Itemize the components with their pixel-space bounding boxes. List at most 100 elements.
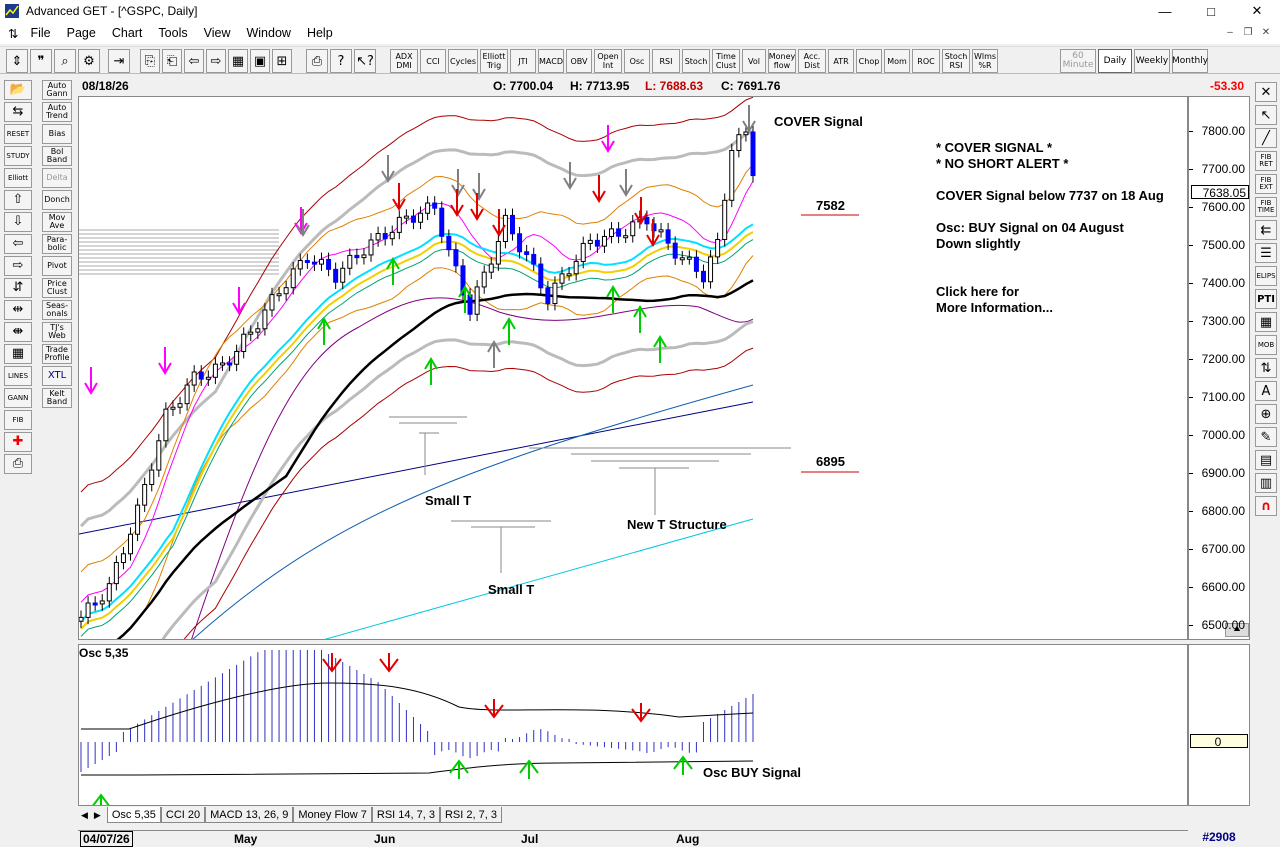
help-icon[interactable]: ? [330, 49, 352, 73]
study-button-mom[interactable]: Mom [884, 49, 910, 73]
zoom-icon[interactable]: ⌕ [54, 49, 76, 73]
tab-scroll-right-icon[interactable]: ▶ [91, 810, 107, 821]
zoom-tool-icon[interactable]: ⊕ [1255, 404, 1277, 424]
list-tool-icon[interactable]: ▤ [1255, 450, 1277, 470]
left-button-bol-band[interactable]: Bol Band [42, 146, 72, 166]
period-button-daily[interactable]: Daily [1098, 49, 1132, 73]
close-button[interactable]: ✕ [1234, 0, 1280, 22]
swap-icon[interactable]: ⇆ [4, 102, 32, 122]
left-button-tj-s-web[interactable]: TJ's Web [42, 322, 72, 342]
menu-tools[interactable]: Tools [150, 26, 195, 40]
period-button-monthly[interactable]: Monthly [1172, 49, 1208, 73]
channel-tool-icon[interactable]: ☰ [1255, 243, 1277, 263]
lines-icon[interactable]: LINES [4, 366, 32, 386]
left-button-bias[interactable]: Bias [42, 124, 72, 144]
up-icon[interactable]: ⇧ [4, 190, 32, 210]
minimize-button[interactable]: — [1142, 0, 1188, 22]
study-button-open-int[interactable]: Open Int [594, 49, 622, 73]
arrow-tool-icon[interactable]: ↖ [1255, 105, 1277, 125]
menu-chart[interactable]: Chart [104, 26, 151, 40]
elliott-icon[interactable]: Elliott [4, 168, 32, 188]
left-button-mov-ave[interactable]: Mov Ave [42, 212, 72, 232]
left-button-auto-gann[interactable]: Auto Gann [42, 80, 72, 100]
study-button-cycles[interactable]: Cycles [448, 49, 478, 73]
left-button-pivot[interactable]: Pivot [42, 256, 72, 276]
updown-icon[interactable]: ⇵ [4, 278, 32, 298]
text-tool-icon[interactable]: A [1255, 381, 1277, 401]
window-icon[interactable]: ▣ [250, 49, 270, 73]
study-button-elliott-trig[interactable]: Elliott Trig [480, 49, 508, 73]
fib-ext-icon[interactable]: FIB EXT [1255, 174, 1277, 194]
left-button-auto-trend[interactable]: Auto Trend [42, 102, 72, 122]
fib-icon[interactable]: FIB [4, 410, 32, 430]
left-button-kelt-band[interactable]: Kelt Band [42, 388, 72, 408]
table-tool-icon[interactable]: ▥ [1255, 473, 1277, 493]
left-button-price-clust[interactable]: Price Clust [42, 278, 72, 298]
study-icon[interactable]: STUDY [4, 146, 32, 166]
mdi-minimize-icon[interactable]: – [1222, 25, 1238, 39]
pivot-tool-icon[interactable]: ⇅ [1255, 358, 1277, 378]
study-button-stoch-rsi[interactable]: Stoch RSI [942, 49, 970, 73]
study-button-macd[interactable]: MACD [538, 49, 564, 73]
marker-tool-icon[interactable]: ✎ [1255, 427, 1277, 447]
price-chart[interactable]: COVER Signal * COVER SIGNAL * * NO SHORT… [78, 96, 1188, 640]
reset-icon[interactable]: RESET [4, 124, 32, 144]
more-info-link-2[interactable]: More Information... [936, 300, 1053, 315]
left-button-seas-onals[interactable]: Seas-onals [42, 300, 72, 320]
tab-money-flow[interactable]: Money Flow 7 [293, 807, 372, 823]
study-button-atr[interactable]: ATR [828, 49, 854, 73]
pointer-icon[interactable]: ⇕ [6, 49, 28, 73]
fib-time-icon[interactable]: FIB TIME [1255, 197, 1277, 217]
maximize-button[interactable]: □ [1188, 0, 1234, 22]
menu-window[interactable]: Window [238, 26, 298, 40]
more-info-link-1[interactable]: Click here for [936, 284, 1019, 299]
mob-icon[interactable]: MOB [1255, 335, 1277, 355]
fib-ret-icon[interactable]: FIB RET [1255, 151, 1277, 171]
left-button-trade-profile[interactable]: Trade Profile [42, 344, 72, 364]
stretch-icon[interactable]: ⇼ [4, 322, 32, 342]
scroll-icon[interactable]: ⇥ [108, 49, 130, 73]
menu-file[interactable]: File [22, 26, 58, 40]
study-button-osc[interactable]: Osc [624, 49, 650, 73]
line-tool-icon[interactable]: ╱ [1255, 128, 1277, 148]
forward-icon[interactable]: ⇨ [206, 49, 226, 73]
paste-icon[interactable]: ⎗ [162, 49, 182, 73]
magnet-icon[interactable]: ∩ [1255, 496, 1277, 516]
study-button-roc[interactable]: ROC [912, 49, 940, 73]
tab-scroll-left-icon[interactable]: ◀ [78, 810, 91, 821]
left-button-donch[interactable]: Donch [42, 190, 72, 210]
close-tool-icon[interactable]: ✕ [1255, 82, 1277, 102]
down-icon[interactable]: ⇩ [4, 212, 32, 232]
study-button-money-flow[interactable]: Money flow [768, 49, 796, 73]
grid-icon[interactable]: ▦ [4, 344, 32, 364]
layout-icon[interactable]: ▦ [228, 49, 248, 73]
tab-rsi-14[interactable]: RSI 14, 7, 3 [371, 807, 440, 823]
expand-icon[interactable]: ⇹ [4, 300, 32, 320]
study-icon[interactable]: ⚙ [78, 49, 100, 73]
fan-tool-icon[interactable]: ⇇ [1255, 220, 1277, 240]
mdi-close-icon[interactable]: ✕ [1258, 25, 1274, 39]
gann-icon[interactable]: GANN [4, 388, 32, 408]
study-button-obv[interactable]: OBV [566, 49, 592, 73]
crosshair-icon[interactable]: ✚ [4, 432, 32, 452]
menu-page[interactable]: Page [59, 26, 104, 40]
left-icon[interactable]: ⇦ [4, 234, 32, 254]
tile-icon[interactable]: ⊞ [272, 49, 292, 73]
open-icon[interactable]: 📂 [4, 80, 32, 100]
study-button-wlms-r[interactable]: Wlms %R [972, 49, 998, 73]
doc-icon[interactable]: ⇅ [0, 26, 22, 41]
copy-icon[interactable]: ⎘ [140, 49, 160, 73]
study-button-jti[interactable]: JTI [510, 49, 536, 73]
left-button-xtl[interactable]: XTL [42, 366, 72, 386]
print-icon[interactable]: ⎙ [306, 49, 328, 73]
ellipse-tool-icon[interactable]: ELIPS [1255, 266, 1277, 286]
grid-tool-icon[interactable]: ▦ [1255, 312, 1277, 332]
study-button-chop[interactable]: Chop [856, 49, 882, 73]
study-button-adx-dmi[interactable]: ADX DMI [390, 49, 418, 73]
left-button-delta[interactable]: Delta [42, 168, 72, 188]
context-help-icon[interactable]: ↖? [354, 49, 376, 73]
study-button-time-clust[interactable]: Time Clust [712, 49, 740, 73]
study-button-vol[interactable]: Vol [742, 49, 766, 73]
left-button-para-bolic[interactable]: Para-bolic [42, 234, 72, 254]
tab-macd[interactable]: MACD 13, 26, 9 [205, 807, 294, 823]
